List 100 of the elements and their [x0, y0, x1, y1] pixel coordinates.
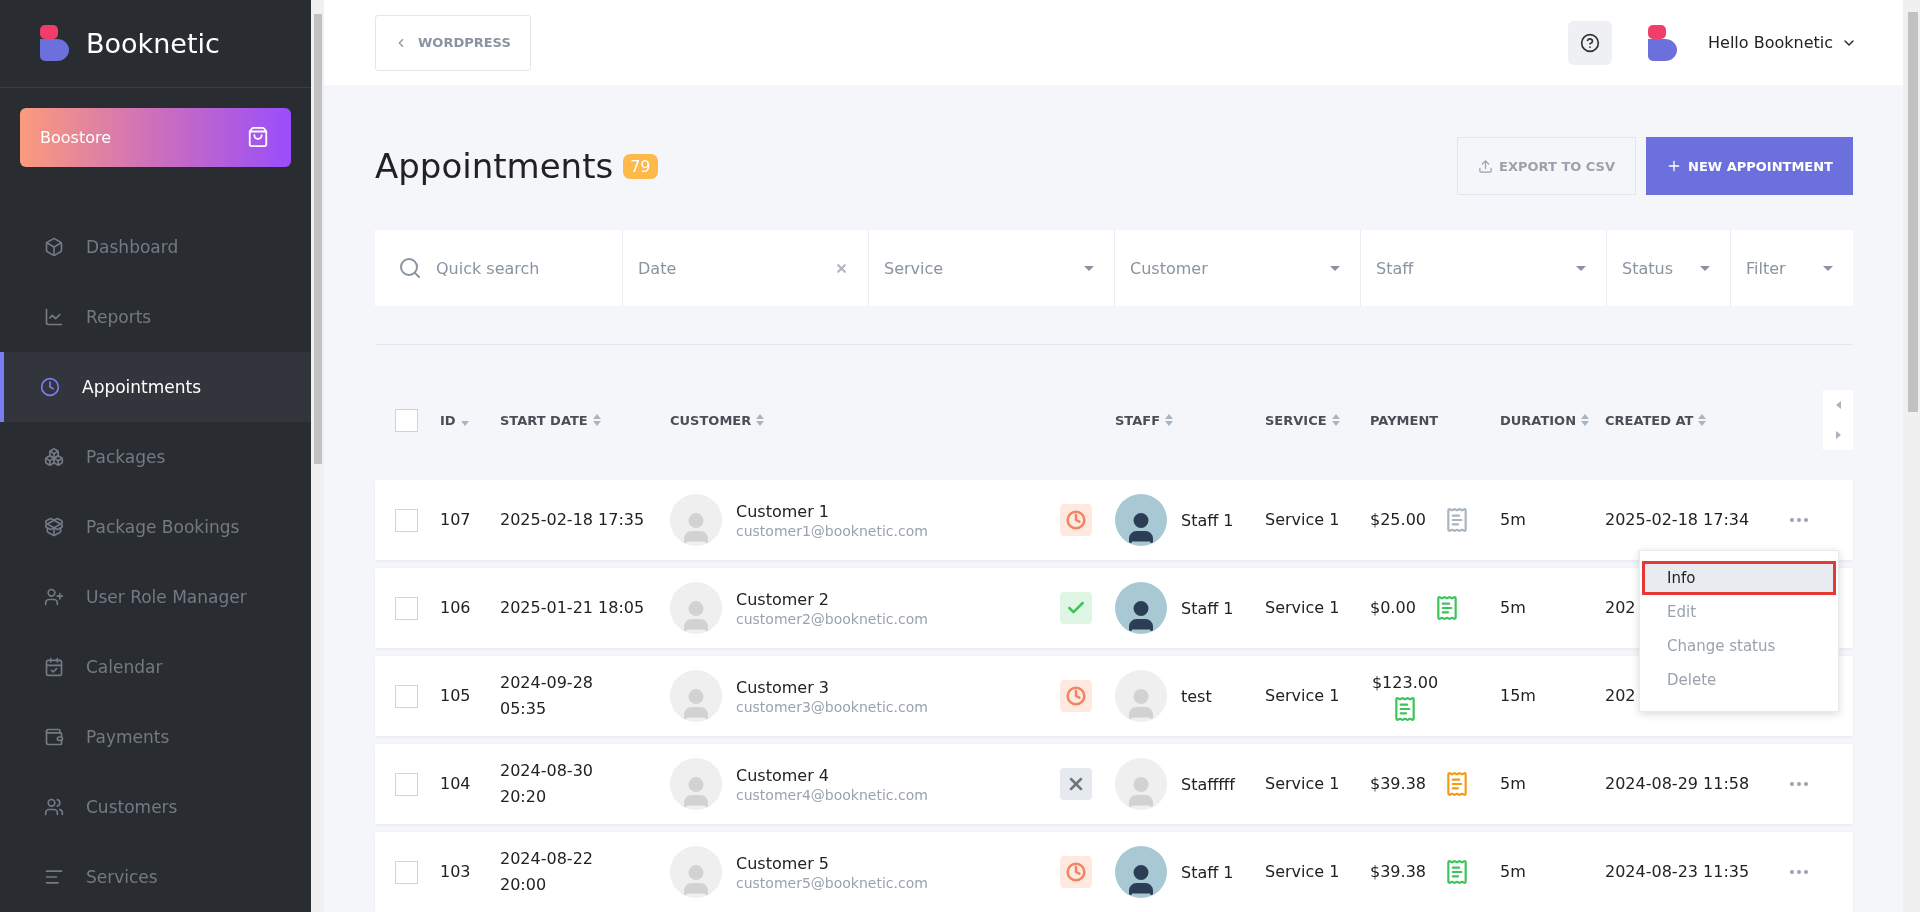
checkbox[interactable] — [395, 860, 418, 884]
table-cell-text: Service 1 — [1265, 772, 1340, 795]
new-appointment-button[interactable]: NEW APPOINTMENT — [1646, 137, 1853, 195]
customer-email: customer1@booknetic.com — [736, 522, 928, 539]
sidebar-item[interactable]: Appointments — [0, 352, 311, 422]
table-cell-text: Service 1 — [1265, 684, 1340, 707]
table-row[interactable]: 107 2025-02-18 17:35 Customer 1 customer1@booknetic.com Staff 1 Service 1 $25.00 5m 2025-02-18 17:34 — [375, 480, 1853, 560]
customer-name: Customer 3 — [736, 677, 830, 697]
user-menu[interactable]: Hello Booknetic — [1642, 23, 1863, 62]
sort-icon[interactable] — [1581, 414, 1590, 426]
receipt-icon[interactable] — [1444, 771, 1470, 797]
sidebar-item[interactable]: Payments — [0, 702, 311, 772]
table-cell-text: $0.00 — [1370, 596, 1416, 619]
customer-name: Customer 5 — [736, 853, 830, 873]
table-cell-text: 5m — [1500, 772, 1526, 795]
sidebar-item[interactable]: Packages — [0, 422, 311, 492]
table-cell-text: 5m — [1500, 860, 1526, 883]
receipt-icon[interactable] — [1392, 696, 1418, 723]
clear-icon — [835, 261, 848, 275]
sidebar-item[interactable]: User Role Manager — [0, 562, 311, 632]
export-button[interactable]: EXPORT TO CSV — [1457, 137, 1637, 195]
staff-name: Staff 1 — [1181, 510, 1234, 530]
caret-icon — [1823, 265, 1833, 271]
search-field[interactable]: Quick search — [375, 230, 622, 306]
sidebar-item[interactable]: Calendar — [0, 632, 311, 702]
box-icon — [44, 237, 64, 257]
filter-field[interactable]: Staff — [1360, 230, 1606, 306]
more-icon — [1790, 782, 1808, 786]
sort-down-icon[interactable] — [460, 420, 469, 426]
table-cell-text: $25.00 — [1370, 508, 1426, 531]
caret-icon — [1700, 265, 1710, 271]
staff-name: Stafffff — [1181, 774, 1235, 794]
table-cell-text: Service 1 — [1265, 508, 1340, 531]
boxes-icon — [44, 447, 64, 467]
filter-field[interactable]: Service — [868, 230, 1114, 306]
sidebar-item[interactable]: Dashboard — [0, 212, 311, 282]
table-cell-text: $39.38 — [1370, 860, 1426, 883]
customer-name: Customer 4 — [736, 765, 830, 785]
logo-icon — [1648, 24, 1679, 61]
table-cell-text: 2025-01-21 18:05 — [500, 596, 645, 619]
customer-name: Customer 2 — [736, 589, 830, 609]
scrollbar[interactable] — [1903, 0, 1920, 912]
column-header[interactable]: DURATION — [1500, 412, 1605, 428]
filter-field[interactable]: Customer — [1114, 230, 1360, 306]
logo-icon — [40, 25, 70, 62]
column-header[interactable]: ID — [440, 412, 500, 428]
table-cell-text: 2024-08-30 20:20 — [500, 759, 594, 808]
store-button[interactable]: Boostore — [20, 107, 291, 167]
brand-name: Booknetic — [86, 27, 220, 59]
back-button[interactable]: WORDPRESS — [375, 14, 531, 71]
table-cell-text: 105 — [440, 684, 471, 707]
column-header[interactable]: SERVICE — [1265, 412, 1370, 428]
table-cell-text: 2025-02-18 17:35 — [500, 508, 645, 531]
receipt-icon[interactable] — [1444, 859, 1470, 885]
sort-icon[interactable] — [1165, 414, 1174, 426]
checkbox[interactable] — [395, 508, 418, 532]
menu-item[interactable]: Edit — [1642, 595, 1836, 629]
sort-icon[interactable] — [1331, 414, 1340, 426]
caret-icon — [1576, 265, 1586, 271]
column-header[interactable]: CREATED AT — [1605, 412, 1790, 428]
menu-item[interactable]: Delete — [1642, 663, 1836, 697]
shopping-bag-icon — [247, 126, 269, 149]
column-header[interactable]: CUSTOMER — [670, 412, 1060, 428]
receipt-icon[interactable] — [1444, 507, 1470, 533]
scroll-arrows[interactable] — [1823, 390, 1853, 450]
table-cell-text: 5m — [1500, 596, 1526, 619]
column-header[interactable]: START DATE — [500, 412, 670, 428]
help-icon — [1580, 32, 1601, 53]
sidebar-item[interactable]: Customers — [0, 772, 311, 842]
sort-icon[interactable] — [756, 414, 765, 426]
users-icon — [44, 797, 64, 817]
clock-icon — [1066, 686, 1086, 706]
table-row[interactable]: 104 2024-08-30 20:20 Customer 4 customer4@booknetic.com Stafffff Service 1 $39.38 5m 2024-08-29 11:58 — [375, 744, 1853, 824]
column-header[interactable]: STAFF — [1115, 412, 1265, 428]
sidebar-item[interactable]: Services — [0, 842, 311, 912]
filter-field[interactable]: Date — [622, 230, 868, 306]
caret-right-icon — [1835, 431, 1841, 439]
table-cell-text: 2024-08-22 20:00 — [500, 847, 594, 896]
sidebar-item[interactable]: Reports — [0, 282, 311, 352]
sort-icon[interactable] — [1698, 414, 1707, 426]
menu-item[interactable]: Info — [1642, 561, 1836, 595]
checkbox[interactable] — [395, 684, 418, 708]
help-button[interactable] — [1568, 20, 1613, 65]
filter-field[interactable]: Status — [1606, 230, 1730, 306]
filter-field[interactable]: Filter — [1730, 230, 1853, 306]
staff-name: Staff 1 — [1181, 862, 1234, 882]
scrollbar[interactable] — [311, 0, 324, 912]
checkbox[interactable] — [395, 408, 418, 432]
search-icon — [398, 256, 422, 280]
sidebar-item[interactable]: Package Bookings — [0, 492, 311, 562]
checkbox[interactable] — [395, 772, 418, 796]
sort-icon[interactable] — [592, 414, 601, 426]
customer-email: customer3@booknetic.com — [736, 698, 928, 715]
table-cell-text: Service 1 — [1265, 596, 1340, 619]
table-cell-text: 2024-09-28 05:35 — [500, 671, 594, 720]
table-cell-text: 2024-08-23 11:35 — [1605, 860, 1750, 883]
table-row[interactable]: 103 2024-08-22 20:00 Customer 5 customer5@booknetic.com Staff 1 Service 1 $39.38 5m 2024-08-23 11:35 — [375, 832, 1853, 912]
checkbox[interactable] — [395, 596, 418, 620]
table-cell-text: 2024-08-29 11:58 — [1605, 772, 1750, 795]
table-cell-text: 202 — [1605, 596, 1636, 619]
